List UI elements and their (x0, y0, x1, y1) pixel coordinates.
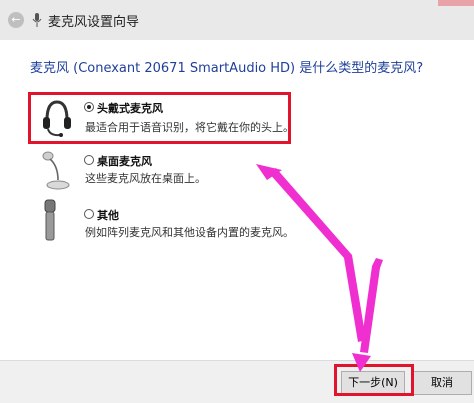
arrow-to-next-button (352, 353, 371, 372)
annotation-arrows (256, 164, 383, 372)
